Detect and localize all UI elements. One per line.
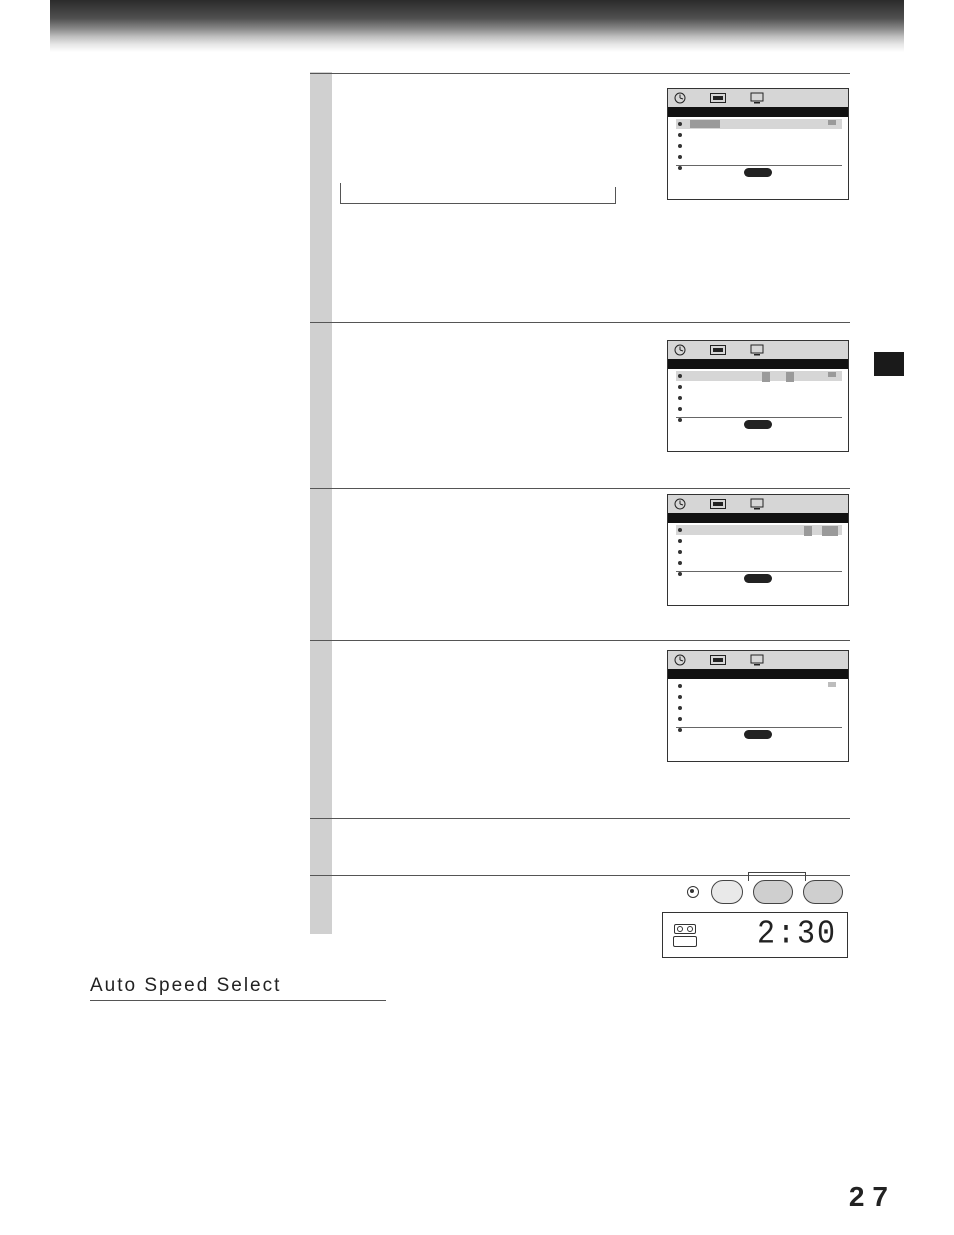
menu-diagram (667, 494, 849, 606)
header-gradient (50, 0, 904, 52)
bracket (340, 187, 616, 204)
menu-body (668, 369, 848, 433)
manual-page: 2:30 Auto Speed Select 27 (0, 0, 954, 1235)
tv-icon (750, 654, 764, 666)
step-column (310, 72, 332, 934)
tape-icon (710, 93, 726, 103)
menu-header (668, 359, 848, 369)
tape-icon (710, 655, 726, 665)
menu-ok (744, 168, 772, 177)
rule (310, 818, 850, 819)
tape-icon (710, 345, 726, 355)
rule (310, 73, 850, 74)
remote-button (753, 880, 793, 904)
menu-row (676, 371, 842, 381)
menu-header (668, 107, 848, 117)
remote-button (803, 880, 843, 904)
vcr-display: 2:30 (662, 912, 848, 958)
menu-body (668, 679, 848, 743)
menu-ok (744, 420, 772, 429)
menu-row (676, 525, 842, 535)
menu-row (676, 681, 842, 691)
tv-icon (750, 92, 764, 104)
remote-diagram: 2:30 (662, 880, 848, 968)
menu-diagram (667, 88, 849, 200)
menu-diagram (667, 340, 849, 452)
menu-diagram (667, 650, 849, 762)
menu-ok (744, 730, 772, 739)
menu-tabs (668, 89, 848, 107)
tv-icon (750, 498, 764, 510)
clock-icon (674, 654, 686, 666)
clock-icon (674, 344, 686, 356)
menu-header (668, 513, 848, 523)
remote-button (711, 880, 743, 904)
page-number: 27 (849, 1181, 896, 1213)
record-indicator-icon (687, 886, 699, 898)
section-heading: Auto Speed Select (90, 975, 386, 1001)
button-link (748, 872, 806, 881)
menu-tabs (668, 341, 848, 359)
rule (310, 488, 850, 489)
display-time: 2:30 (757, 916, 837, 953)
menu-header (668, 669, 848, 679)
tape-icon (710, 499, 726, 509)
menu-body (668, 523, 848, 587)
menu-tabs (668, 495, 848, 513)
remote-buttons (682, 880, 848, 904)
clock-icon (674, 92, 686, 104)
tv-icon (750, 344, 764, 356)
edge-tab (874, 352, 904, 376)
rule (310, 322, 850, 323)
menu-row (676, 119, 842, 129)
menu-ok (744, 574, 772, 583)
rule (310, 640, 850, 641)
menu-body (668, 117, 848, 181)
clock-icon (674, 498, 686, 510)
menu-tabs (668, 651, 848, 669)
cassette-icon (673, 924, 697, 947)
